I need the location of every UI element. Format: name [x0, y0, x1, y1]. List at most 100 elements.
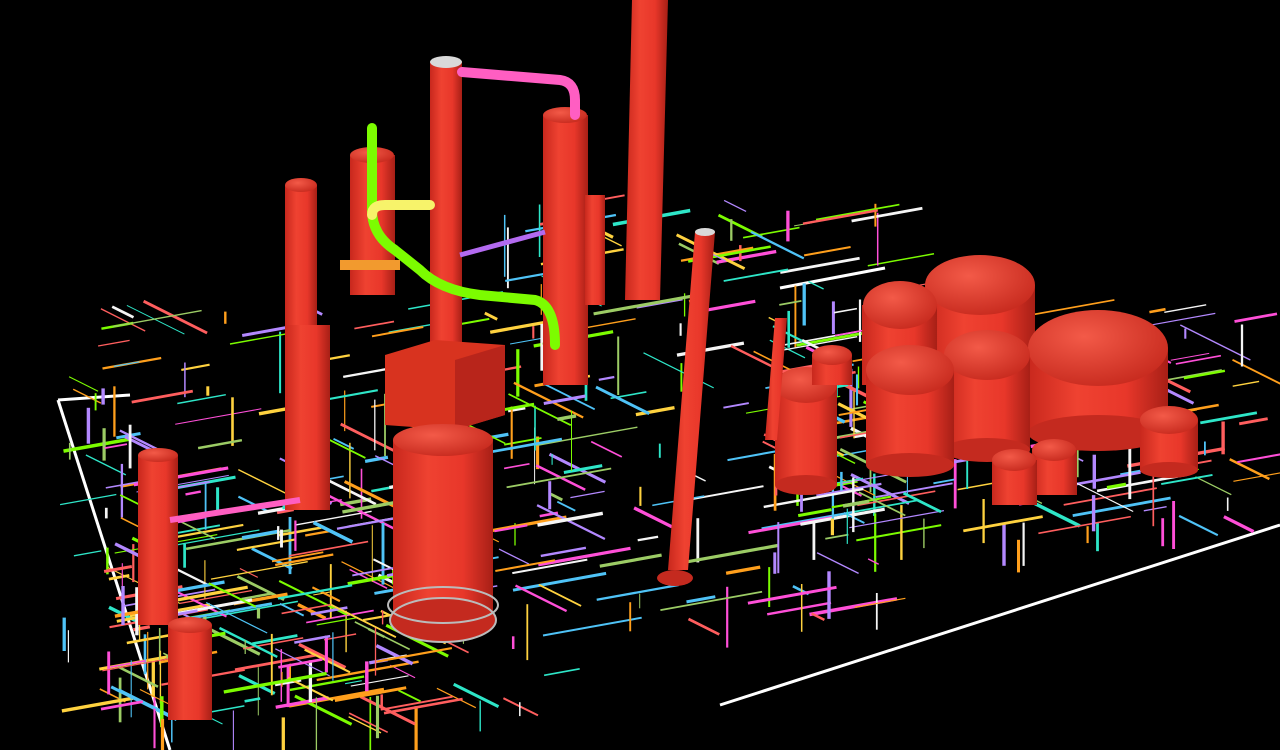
pipe [803, 246, 851, 257]
pipe [723, 199, 747, 212]
pipe [85, 454, 127, 476]
pipe [1223, 515, 1255, 534]
pipe [1179, 324, 1251, 361]
pipe [237, 468, 291, 497]
pipe [1183, 369, 1226, 380]
pipe [856, 524, 942, 542]
pipe [514, 584, 568, 613]
pipe [633, 506, 673, 529]
pipe [218, 626, 278, 658]
pipe [596, 583, 679, 601]
pipe [1164, 304, 1207, 313]
overhead-pipes [169, 67, 580, 523]
pipe [512, 571, 607, 592]
column [543, 107, 588, 385]
reactor [385, 340, 505, 643]
pipe [809, 597, 898, 617]
pipe [723, 402, 749, 409]
pipe [842, 499, 870, 508]
pipe [142, 299, 208, 335]
pipe [540, 546, 587, 558]
tank [1140, 406, 1198, 478]
pipe [236, 538, 297, 551]
pipe [851, 206, 923, 223]
pipe [779, 300, 802, 306]
column [585, 195, 605, 305]
tank [1032, 439, 1077, 495]
pipe [1178, 514, 1219, 537]
pipe [542, 616, 642, 637]
pipe [1237, 453, 1280, 464]
pipe [780, 256, 860, 274]
pipe [304, 529, 331, 537]
pipe [1195, 476, 1232, 496]
pipe [1175, 354, 1222, 365]
pipe [535, 426, 638, 447]
tank [775, 367, 837, 495]
pipe [637, 535, 659, 542]
tank [812, 345, 852, 385]
tall-column [430, 56, 462, 362]
pipe [723, 268, 789, 282]
pipe [344, 680, 362, 685]
pipe [556, 500, 576, 512]
pipe [1143, 506, 1167, 512]
pipe [97, 339, 130, 347]
pipe [687, 617, 720, 636]
pipe [816, 552, 859, 575]
pipe [867, 558, 880, 565]
stack [625, 0, 668, 300]
pipe [1232, 380, 1260, 387]
pipe [348, 712, 389, 734]
tank [866, 345, 954, 477]
pipe [397, 689, 422, 703]
site-boundary-bottom [719, 523, 1280, 707]
pipe [556, 414, 577, 422]
plant-model-canvas [56, 0, 1280, 750]
pipe [108, 574, 130, 581]
pipe [503, 462, 530, 470]
pipe [453, 682, 500, 708]
pipe [660, 590, 763, 611]
pipe [513, 381, 584, 419]
pipe [371, 326, 424, 338]
column [138, 448, 178, 625]
pipe [598, 375, 615, 381]
pipe [833, 307, 858, 314]
pipe [502, 697, 539, 717]
tank-group [775, 255, 1198, 505]
tank [944, 330, 1030, 462]
pipe [175, 408, 262, 425]
distillation-column [285, 178, 330, 510]
pipe [1038, 515, 1131, 535]
pipe [1234, 312, 1278, 323]
pipe [113, 361, 140, 367]
pipe [825, 533, 849, 540]
pipe [797, 508, 832, 518]
pipe [854, 597, 906, 608]
pipe [727, 449, 778, 462]
stack [657, 228, 715, 586]
pipe [590, 440, 623, 458]
pipe [210, 561, 308, 580]
pipe [126, 304, 185, 335]
plant-3d-viewport[interactable] [0, 0, 1280, 750]
pipe [131, 389, 194, 404]
pipe [725, 565, 761, 575]
pipe [815, 203, 900, 221]
column [168, 617, 212, 720]
pipe [498, 548, 530, 565]
pipe [747, 585, 837, 605]
pipe [570, 490, 605, 499]
pipe [1166, 379, 1191, 394]
pipe [197, 438, 243, 450]
pipe [538, 583, 582, 607]
pipe [1238, 417, 1268, 426]
pipe [1149, 307, 1166, 314]
pipe [277, 584, 353, 600]
pipe [295, 510, 372, 526]
pipe [185, 490, 202, 496]
pipe [685, 543, 778, 564]
tank [992, 449, 1037, 505]
pipe [1232, 358, 1280, 385]
